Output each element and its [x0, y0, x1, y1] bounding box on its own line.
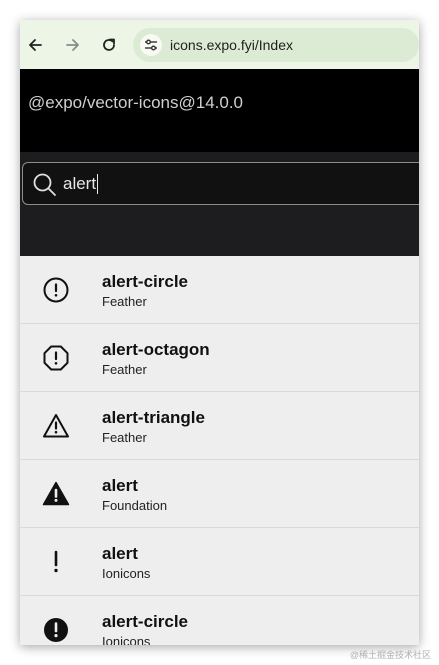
page-header: @expo/vector-icons@14.0.0 [20, 69, 419, 152]
alert-triangle-filled-icon [42, 481, 70, 506]
search-icon [33, 173, 56, 196]
page-title: @expo/vector-icons@14.0.0 [28, 93, 244, 112]
browser-toolbar: icons.expo.fyi/Index [20, 20, 419, 69]
list-item[interactable]: alert-circle Ionicons [20, 596, 419, 645]
alert-triangle-outline-icon [43, 414, 69, 438]
icon-name: alert-octagon [102, 340, 210, 359]
icon-name: alert-triangle [102, 408, 205, 427]
back-button[interactable] [23, 33, 47, 57]
browser-window: icons.expo.fyi/Index @expo/vector-icons@… [20, 20, 419, 645]
watermark: @稀土掘金技术社区 [349, 650, 431, 660]
icon-family: Feather [102, 362, 147, 377]
icon-family: Ionicons [102, 566, 151, 581]
alert-circle-outline-icon [43, 277, 69, 303]
icon-family: Feather [102, 294, 147, 309]
icon-name: alert-circle [102, 272, 188, 291]
search-input[interactable]: alert [22, 162, 419, 205]
exclamation-icon [54, 550, 58, 573]
list-item[interactable]: alert-octagon Feather [20, 324, 419, 392]
reload-button[interactable] [97, 33, 121, 57]
icon-family: Foundation [102, 498, 168, 513]
icon-family: Ionicons [102, 634, 151, 645]
alert-octagon-outline-icon [43, 345, 69, 371]
list-item[interactable]: alert Ionicons [20, 528, 419, 596]
list-item[interactable]: alert-circle Feather [20, 256, 419, 324]
arrow-right-icon [65, 38, 79, 51]
url-text[interactable]: icons.expo.fyi/Index [170, 37, 293, 53]
text-caret [97, 174, 99, 194]
site-info-button[interactable] [140, 33, 163, 56]
icon-name: alert [102, 544, 138, 563]
icon-name: alert-circle [102, 612, 188, 631]
forward-button[interactable] [61, 33, 85, 57]
search-field[interactable]: alert [63, 173, 99, 195]
alert-circle-filled-icon [44, 618, 68, 642]
results-list: alert-circle Feather alert-octagon Feath… [20, 256, 419, 645]
icon-family: Feather [102, 430, 147, 445]
search-area: alert [20, 152, 419, 256]
arrow-left-icon [28, 38, 42, 51]
icon-name: alert [102, 476, 138, 495]
list-item[interactable]: alert-triangle Feather [20, 392, 419, 460]
address-bar[interactable]: icons.expo.fyi/Index [133, 27, 419, 62]
tune-icon [145, 39, 158, 50]
list-item[interactable]: alert Foundation [20, 460, 419, 528]
search-value: alert [63, 174, 97, 193]
reload-icon [103, 38, 116, 51]
